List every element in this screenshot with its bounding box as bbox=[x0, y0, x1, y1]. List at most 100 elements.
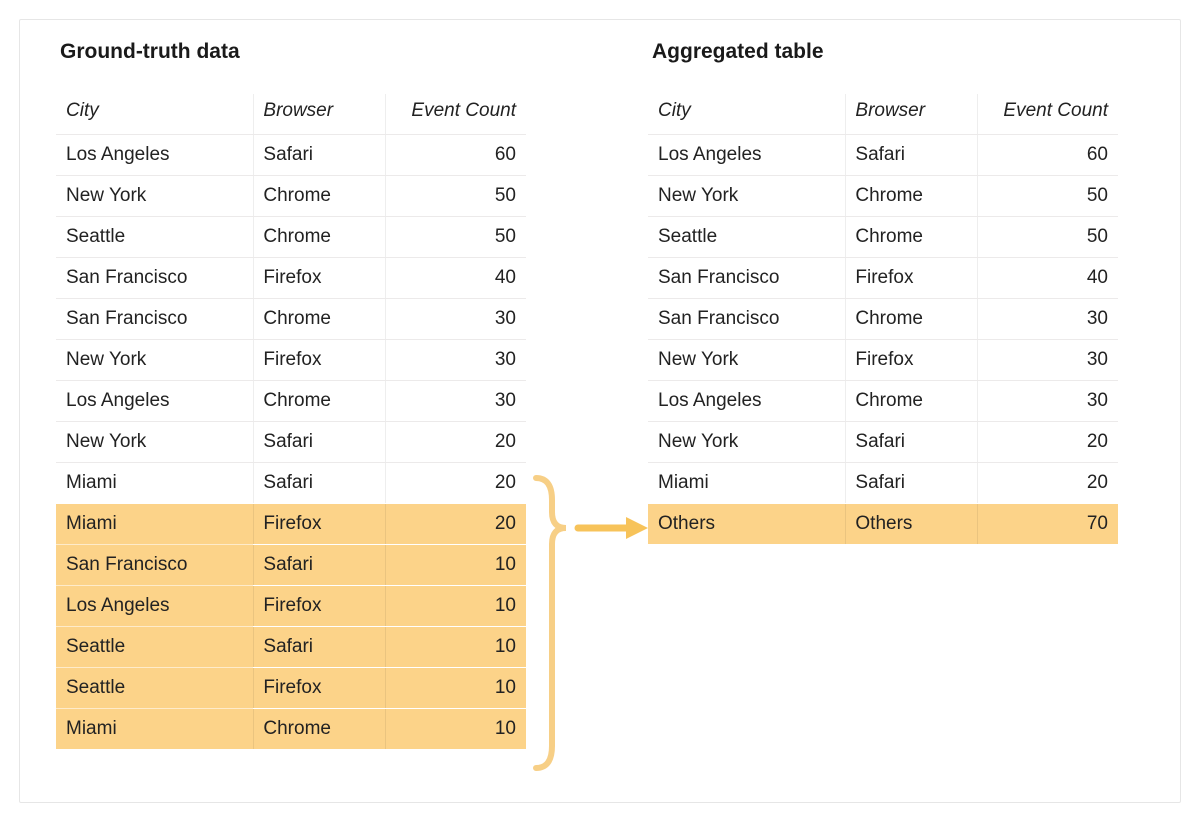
cell-browser: Safari bbox=[253, 463, 385, 504]
cell-city: Miami bbox=[56, 709, 253, 750]
table-row: SeattleSafari10 bbox=[56, 627, 526, 668]
cell-browser: Safari bbox=[253, 135, 385, 176]
table-header-row: City Browser Event Count bbox=[56, 94, 526, 135]
cell-city: San Francisco bbox=[56, 258, 253, 299]
cell-city: Los Angeles bbox=[648, 135, 845, 176]
diagram-frame: Ground-truth data City Browser Event Cou… bbox=[19, 19, 1181, 803]
ground-truth-panel: Ground-truth data City Browser Event Cou… bbox=[56, 40, 526, 749]
cell-browser: Chrome bbox=[253, 217, 385, 258]
table-row: New YorkChrome50 bbox=[56, 176, 526, 217]
cell-count: 30 bbox=[977, 299, 1118, 340]
col-header-city: City bbox=[648, 94, 845, 135]
table-row: Los AngelesSafari60 bbox=[648, 135, 1118, 176]
ground-truth-rows: Los AngelesSafari60New YorkChrome50Seatt… bbox=[56, 135, 526, 750]
cell-count: 50 bbox=[977, 217, 1118, 258]
table-row: New YorkSafari20 bbox=[648, 422, 1118, 463]
ground-truth-title: Ground-truth data bbox=[60, 40, 526, 64]
table-row: MiamiChrome10 bbox=[56, 709, 526, 750]
cell-browser: Chrome bbox=[253, 176, 385, 217]
cell-city: Miami bbox=[56, 463, 253, 504]
table-row: San FranciscoChrome30 bbox=[648, 299, 1118, 340]
table-row: Los AngelesChrome30 bbox=[648, 381, 1118, 422]
cell-browser: Chrome bbox=[845, 176, 977, 217]
table-row: Los AngelesFirefox10 bbox=[56, 586, 526, 627]
cell-browser: Firefox bbox=[845, 340, 977, 381]
aggregated-panel: Aggregated table City Browser Event Coun… bbox=[648, 40, 1118, 544]
col-header-browser: Browser bbox=[845, 94, 977, 135]
table-row: New YorkSafari20 bbox=[56, 422, 526, 463]
table-row: Los AngelesChrome30 bbox=[56, 381, 526, 422]
cell-count: 50 bbox=[385, 176, 526, 217]
cell-browser: Firefox bbox=[253, 504, 385, 545]
table-row: San FranciscoFirefox40 bbox=[648, 258, 1118, 299]
cell-city: Los Angeles bbox=[56, 135, 253, 176]
cell-browser: Safari bbox=[845, 422, 977, 463]
table-row: San FranciscoFirefox40 bbox=[56, 258, 526, 299]
cell-city: Seattle bbox=[56, 627, 253, 668]
col-header-count: Event Count bbox=[385, 94, 526, 135]
aggregated-rows: Los AngelesSafari60New YorkChrome50Seatt… bbox=[648, 135, 1118, 545]
cell-count: 10 bbox=[385, 586, 526, 627]
table-row: New YorkChrome50 bbox=[648, 176, 1118, 217]
table-row: San FranciscoSafari10 bbox=[56, 545, 526, 586]
aggregation-connector bbox=[530, 520, 650, 770]
cell-count: 30 bbox=[977, 381, 1118, 422]
cell-count: 10 bbox=[385, 627, 526, 668]
cell-city: San Francisco bbox=[56, 299, 253, 340]
table-row: MiamiFirefox20 bbox=[56, 504, 526, 545]
cell-city: Los Angeles bbox=[56, 586, 253, 627]
table-row: Los AngelesSafari60 bbox=[56, 135, 526, 176]
cell-browser: Firefox bbox=[253, 258, 385, 299]
table-row: SeattleFirefox10 bbox=[56, 668, 526, 709]
cell-city: Los Angeles bbox=[648, 381, 845, 422]
cell-city: Seattle bbox=[56, 217, 253, 258]
cell-browser: Safari bbox=[253, 627, 385, 668]
table-header-row: City Browser Event Count bbox=[648, 94, 1118, 135]
cell-browser: Chrome bbox=[253, 709, 385, 750]
cell-browser: Chrome bbox=[845, 299, 977, 340]
cell-count: 30 bbox=[977, 340, 1118, 381]
table-row: SeattleChrome50 bbox=[648, 217, 1118, 258]
cell-browser: Others bbox=[845, 504, 977, 545]
table-row: MiamiSafari20 bbox=[648, 463, 1118, 504]
cell-browser: Safari bbox=[253, 545, 385, 586]
cell-count: 30 bbox=[385, 381, 526, 422]
cell-city: Los Angeles bbox=[56, 381, 253, 422]
cell-count: 20 bbox=[385, 504, 526, 545]
brace-arrow-icon bbox=[530, 520, 650, 770]
cell-browser: Firefox bbox=[253, 668, 385, 709]
cell-city: San Francisco bbox=[648, 258, 845, 299]
cell-browser: Firefox bbox=[253, 586, 385, 627]
cell-city: New York bbox=[648, 422, 845, 463]
cell-browser: Chrome bbox=[253, 299, 385, 340]
cell-city: San Francisco bbox=[56, 545, 253, 586]
cell-count: 30 bbox=[385, 299, 526, 340]
table-row: New YorkFirefox30 bbox=[648, 340, 1118, 381]
cell-count: 20 bbox=[385, 463, 526, 504]
cell-count: 10 bbox=[385, 709, 526, 750]
cell-count: 50 bbox=[977, 176, 1118, 217]
cell-city: Seattle bbox=[648, 217, 845, 258]
col-header-city: City bbox=[56, 94, 253, 135]
cell-count: 30 bbox=[385, 340, 526, 381]
cell-count: 40 bbox=[977, 258, 1118, 299]
cell-city: Miami bbox=[56, 504, 253, 545]
cell-browser: Safari bbox=[845, 463, 977, 504]
cell-city: New York bbox=[56, 176, 253, 217]
cell-browser: Firefox bbox=[253, 340, 385, 381]
table-row: New YorkFirefox30 bbox=[56, 340, 526, 381]
cell-browser: Chrome bbox=[253, 381, 385, 422]
cell-browser: Chrome bbox=[845, 217, 977, 258]
cell-count: 60 bbox=[977, 135, 1118, 176]
cell-city: New York bbox=[648, 340, 845, 381]
cell-browser: Firefox bbox=[845, 258, 977, 299]
cell-city: New York bbox=[56, 422, 253, 463]
cell-count: 60 bbox=[385, 135, 526, 176]
cell-count: 20 bbox=[977, 463, 1118, 504]
cell-city: San Francisco bbox=[648, 299, 845, 340]
cell-count: 20 bbox=[385, 422, 526, 463]
table-row: OthersOthers70 bbox=[648, 504, 1118, 545]
cell-count: 40 bbox=[385, 258, 526, 299]
cell-city: New York bbox=[56, 340, 253, 381]
cell-browser: Safari bbox=[253, 422, 385, 463]
